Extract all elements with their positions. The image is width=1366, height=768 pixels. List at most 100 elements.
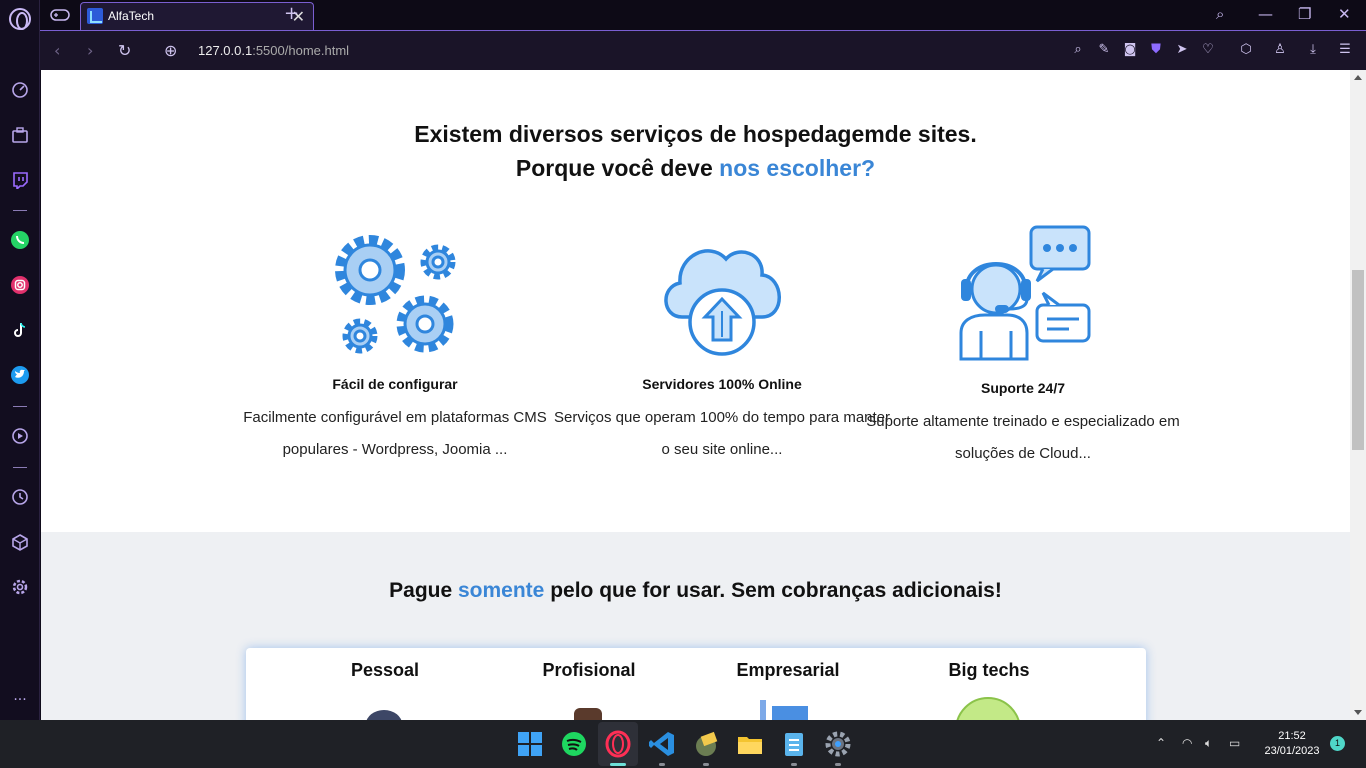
speed-dial-icon[interactable] — [10, 80, 30, 100]
feature-title: Suporte 24/7 — [980, 380, 1066, 396]
plan-globe-icon — [956, 697, 1020, 720]
gears-icon — [335, 235, 456, 354]
gamepad-icon[interactable] — [48, 7, 72, 23]
workspaces-icon[interactable] — [10, 125, 30, 145]
sidebar-divider — [13, 467, 27, 468]
feature-description: Suporte altamente treinado e especializa… — [866, 413, 1180, 462]
cube-icon[interactable]: ⬡ — [1238, 42, 1254, 58]
tab-title: AlfaTech — [108, 9, 155, 23]
taskbar-clock[interactable]: 21:52 23/01/2023 — [1256, 729, 1328, 759]
support-agent-icon — [959, 225, 1091, 361]
feature-card-online-servers: Servidores 100% Online Serviços que oper… — [552, 225, 892, 466]
site-favicon-icon — [87, 8, 103, 24]
tab-bar: AlfaTech ✕ + ⌕ — ❐ ✕ — [40, 0, 1366, 30]
volume-icon[interactable]: 🔈︎ — [1205, 736, 1212, 751]
page-viewport: Existem diversos serviços de hospedagemd… — [41, 70, 1350, 720]
settings-running-indicator — [835, 763, 841, 766]
clock-time: 21:52 — [1278, 730, 1306, 742]
extensions-icon[interactable] — [10, 532, 30, 552]
why-choose-heading: Existem diversos serviços de hospedagemd… — [41, 117, 1350, 185]
vscode-icon[interactable] — [648, 730, 676, 758]
snapshot-icon[interactable]: ◙ — [1122, 42, 1138, 58]
plan-name-big-techs: Big techs — [948, 660, 1030, 680]
instagram-icon[interactable] — [10, 275, 30, 295]
profile-icon[interactable]: ♙ — [1272, 42, 1288, 58]
forward-icon[interactable]: › — [87, 41, 93, 60]
heading-line-2: Porque você deve nos escolher? — [41, 151, 1350, 185]
tiktok-icon[interactable] — [10, 320, 30, 340]
feature-description: Serviços que operam 100% do tempo para m… — [553, 409, 891, 458]
whatsapp-icon[interactable] — [10, 230, 30, 250]
pricing-heading: Pague somente pelo que for usar. Sem cob… — [41, 579, 1350, 603]
url-host: 127.0.0.1 — [198, 43, 253, 58]
back-icon[interactable]: ‹ — [54, 41, 60, 60]
feature-title: Servidores 100% Online — [642, 376, 802, 392]
send-icon[interactable]: ➤ — [1174, 42, 1190, 58]
new-tab-icon[interactable]: + — [284, 3, 299, 24]
heading-line-1: Existem diversos serviços de hospedagemd… — [414, 121, 977, 147]
heading-line-2-plain: Porque você deve — [515, 155, 720, 181]
windows-taskbar: ⌃ ◠ 🔈︎ ▭ 21:52 23/01/2023 1 — [0, 720, 1366, 768]
globe-icon[interactable]: ⊕ — [164, 41, 177, 60]
download-icon[interactable]: ⤓ — [1305, 42, 1321, 58]
twitter-icon[interactable] — [10, 365, 30, 385]
opera-running-indicator — [610, 763, 626, 766]
plan-building-icon — [760, 700, 808, 720]
pricing-heading-start: Pague — [389, 579, 458, 602]
search-tabs-icon[interactable]: ⌕ — [1216, 5, 1224, 23]
spotify-icon[interactable] — [560, 730, 588, 758]
minimize-icon[interactable]: — — [1258, 5, 1273, 23]
pricing-heading-accent: somente — [458, 579, 545, 602]
plan-name-profisional: Profisional — [542, 660, 636, 680]
heart-icon[interactable]: ♡ — [1200, 42, 1216, 58]
vscode-running-indicator — [659, 763, 665, 766]
address-bar: ‹ › ↻ ⊕ 127.0.0.1:5500/home.html ⌕ ✎ ◙ ⛊… — [40, 30, 1366, 70]
heading-line-2-accent: nos escolher? — [719, 155, 876, 181]
scroll-thumb[interactable] — [1352, 270, 1364, 450]
player-icon[interactable] — [10, 426, 30, 446]
app-running-indicator — [703, 763, 709, 766]
browser-sidebar: ··· — [0, 0, 40, 720]
windows-start-icon[interactable] — [516, 730, 544, 758]
wifi-icon[interactable]: ◠ — [1182, 736, 1192, 750]
notification-badge[interactable]: 1 — [1330, 736, 1345, 751]
sidebar-more-icon[interactable]: ··· — [10, 690, 30, 710]
plan-professional-icon — [574, 708, 602, 720]
edit-icon[interactable]: ✎ — [1096, 42, 1112, 58]
scroll-up-icon[interactable] — [1354, 75, 1362, 80]
reload-icon[interactable]: ↻ — [118, 41, 131, 60]
history-icon[interactable] — [10, 487, 30, 507]
opera-logo-icon[interactable] — [9, 8, 31, 30]
pricing-heading-end: pelo que for usar. Sem cobranças adicion… — [544, 579, 1002, 602]
active-tab[interactable]: AlfaTech ✕ — [80, 2, 314, 30]
tray-chevron-up-icon[interactable]: ⌃ — [1156, 736, 1166, 750]
pricing-section: Pague somente pelo que for usar. Sem cob… — [41, 532, 1350, 720]
settings-app-icon[interactable] — [824, 730, 852, 758]
clock-date: 23/01/2023 — [1264, 745, 1320, 757]
feature-card-support: Suporte 24/7 Suporte altamente treinado … — [853, 225, 1193, 470]
cloud-upload-icon — [664, 249, 781, 356]
page-scrollbar[interactable] — [1350, 70, 1366, 720]
feature-title: Fácil de configurar — [332, 376, 458, 392]
feature-card-easy-setup: Fácil de configurar Facilmente configurá… — [225, 225, 565, 466]
vpn-shield-icon[interactable]: ⛊ — [1148, 42, 1164, 58]
pricing-card: Pessoal Profisional Empresarial Big tech… — [246, 648, 1146, 720]
plan-name-pessoal: Pessoal — [350, 660, 420, 680]
sidebar-divider — [13, 406, 27, 407]
easy-setup-icon[interactable]: ☰ — [1337, 42, 1353, 58]
feature-description: Facilmente configurável em plataformas C… — [243, 409, 547, 458]
battery-icon[interactable]: ▭ — [1229, 736, 1240, 750]
restore-icon[interactable]: ❐ — [1298, 5, 1311, 23]
twitch-icon[interactable] — [10, 170, 30, 190]
url-field[interactable]: 127.0.0.1:5500/home.html — [198, 43, 349, 58]
plan-person-icon — [366, 710, 402, 720]
scroll-down-icon[interactable] — [1354, 710, 1362, 715]
zoom-search-icon[interactable]: ⌕ — [1070, 42, 1086, 58]
url-path: :5500/home.html — [252, 43, 350, 58]
file-explorer-icon[interactable] — [736, 730, 764, 758]
app-icon[interactable] — [692, 730, 720, 758]
settings-gear-icon[interactable] — [10, 577, 30, 597]
opera-gx-icon[interactable] — [604, 730, 632, 758]
notepad-icon[interactable] — [780, 730, 808, 758]
close-window-icon[interactable]: ✕ — [1338, 5, 1351, 23]
